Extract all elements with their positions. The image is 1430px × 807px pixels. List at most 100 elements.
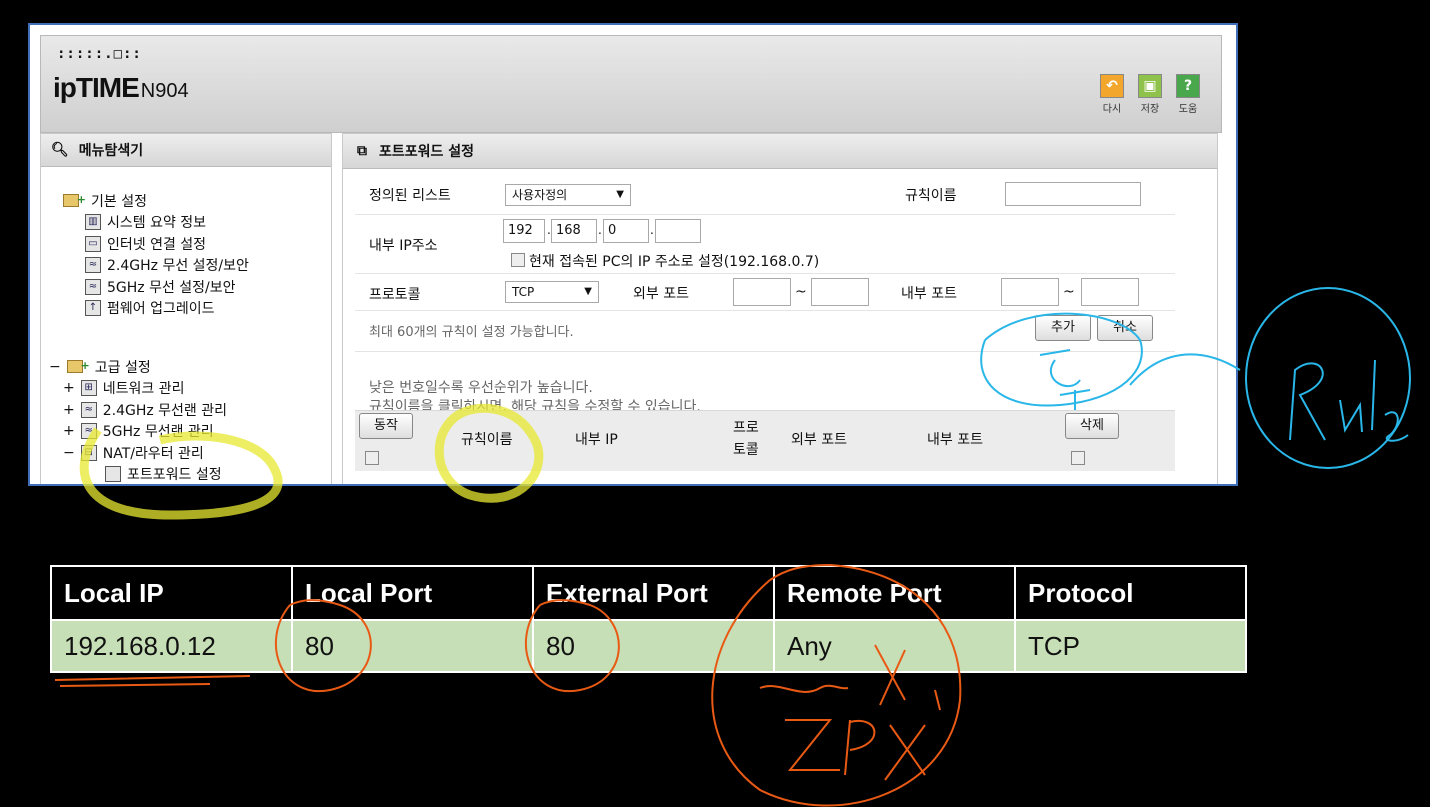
max-rules-note: 최대 60개의 규칙이 설정 가능합니다. [369,325,574,340]
menu-explorer: 🔍︎ 메뉴탐색기 기본 설정 ▥시스템 요약 정보 ▭인터넷 연결 설정 ≈2.… [40,133,332,485]
predefined-list-label: 정의된 리스트 [369,188,451,204]
internal-port-end[interactable] [1081,278,1139,306]
advanced-settings-group: − 고급 설정 + ⊞네트워크 관리 + ≈2.4GHz 무선랜 관리 + ≈5… [49,356,227,485]
port-forward-summary-table: Local IP Local Port External Port Remote… [50,565,1247,673]
remote-port-cell: Any [773,619,1016,673]
router-admin-window: :::::.□:: ipTIME N904 ↶ 다시 ▣ 저장 ? 도움 🔍︎ 메… [28,23,1238,486]
menu-wlan-5-management[interactable]: + ≈5GHz 무선랜 관리 [49,421,227,443]
iptime-small-logo: :::::.□:: [57,46,142,62]
dropdown-arrow-icon: ▼ [584,286,592,297]
predefined-list-row: 정의된 리스트 사용자정의 ▼ 규칙이름 [355,174,1175,215]
external-port-header: External Port [532,565,775,621]
magnifier-icon: 🔍︎ [51,142,69,158]
ip-octet-3[interactable]: 0 [603,219,649,243]
blue-rule-circle [1245,287,1411,469]
orange-underline-ip [54,675,251,687]
external-port-label: 외부 포트 [633,286,689,302]
ip-octet-2[interactable]: 168 [551,219,597,243]
table-row: 192.168.0.12 80 80 Any TCP [50,619,1247,673]
model-name: N904 [140,80,189,102]
menu-explorer-title: 메뉴탐색기 [78,143,144,159]
rule-name-column: 규칙이름 [461,432,513,448]
menu-wlan-24-management[interactable]: + ≈2.4GHz 무선랜 관리 [49,399,227,421]
protocol-select[interactable]: TCP ▼ [505,281,599,303]
port-forward-header: ⧉ 포트포워드 설정 [343,134,1217,169]
protocol-header: Protocol [1014,565,1247,621]
menu-port-forward-setup[interactable]: 포트포워드 설정 [49,464,227,485]
ip-octet-4[interactable] [655,219,701,243]
rule-name-input[interactable] [1005,182,1141,206]
menu-firmware-upgrade[interactable]: ↑ 펌웨어 업그레이드 [63,298,249,320]
save-button[interactable]: ▣ 저장 [1135,74,1165,115]
chart-icon: ▥ [85,214,101,231]
ip-octet-1[interactable]: 192 [503,219,545,243]
network-icon: ⊞ [80,380,97,397]
toolbar: ↶ 다시 ▣ 저장 ? 도움 [1097,74,1203,115]
internal-port-label: 내부 포트 [901,286,957,302]
internal-port-start[interactable] [1001,278,1059,306]
expand-toggle-icon[interactable]: + [63,380,75,396]
undo-label: 다시 [1102,104,1122,115]
collapse-toggle-icon[interactable]: − [63,445,75,461]
menu-system-summary[interactable]: ▥ 시스템 요약 정보 [63,212,249,234]
delete-button[interactable]: 삭제 [1065,413,1119,439]
port-forward-panel: ⧉ 포트포워드 설정 정의된 리스트 사용자정의 ▼ 규칙이름 내부 IP주소 1… [342,133,1218,484]
add-row: 최대 60개의 규칙이 설정 가능합니다. 추가 취소 [355,311,1175,352]
basic-settings-group: 기본 설정 ▥시스템 요약 정보 ▭인터넷 연결 설정 ≈2.4GHz 무선 설… [63,190,249,319]
priority-note: 낮은 번호일수록 우선순위가 높습니다. [369,380,593,396]
internal-ip-column: 내부 IP [575,432,618,448]
external-port-column: 외부 포트 [791,432,847,448]
current-pc-checkbox[interactable] [511,253,525,267]
protocol-column-line2: 토콜 [733,442,759,458]
monitor-icon: ▭ [85,235,101,252]
external-port-end[interactable] [811,278,869,306]
local-ip-cell: 192.168.0.12 [50,619,293,673]
summary-header-row: Local IP Local Port External Port Remote… [50,565,1247,621]
add-button[interactable]: 추가 [1035,315,1091,341]
menu-advanced-settings[interactable]: − 고급 설정 [49,356,227,378]
external-port-start[interactable] [733,278,791,306]
dropdown-arrow-icon: ▼ [616,189,624,200]
rule-table-header: 동작 규칙이름 내부 IP 프로 토콜 외부 포트 내부 포트 삭제 [355,410,1175,471]
collapse-toggle-icon[interactable]: − [49,359,61,375]
remote-port-header: Remote Port [773,565,1016,621]
help-button[interactable]: ? 도움 [1173,74,1203,115]
protocol-label: 프로토콜 [369,287,421,303]
menu-basic-settings[interactable]: 기본 설정 [63,190,249,212]
help-icon: ? [1176,74,1200,98]
local-ip-header: Local IP [50,565,293,621]
action-button[interactable]: 동작 [359,413,413,439]
folder-icon [63,193,86,208]
copy-icon: ⧉ [357,143,367,159]
protocol-cell: TCP [1014,619,1247,673]
expand-toggle-icon[interactable]: + [63,423,75,439]
menu-wifi-5-setup[interactable]: ≈5GHz 무선 설정/보안 [63,276,249,298]
protocol-column-line1: 프로 [733,420,759,436]
save-label: 저장 [1140,104,1160,115]
protocol-row: 프로토콜 TCP ▼ 외부 포트 ~ 내부 포트 ~ [355,274,1175,311]
menu-wifi-24-setup[interactable]: ≈2.4GHz 무선 설정/보안 [63,255,249,277]
wifi-icon: ≈ [85,257,101,274]
undo-button[interactable]: ↶ 다시 [1097,74,1127,115]
expand-toggle-icon[interactable]: + [63,402,75,418]
menu-internet-setup[interactable]: ▭ 인터넷 연결 설정 [63,233,249,255]
predefined-list-select[interactable]: 사용자정의 ▼ [505,184,631,206]
wifi-icon: ≈ [80,423,97,440]
wifi-icon: ≈ [85,278,101,295]
menu-explorer-header: 🔍︎ 메뉴탐색기 [41,134,331,167]
upgrade-icon: ↑ [85,300,101,317]
cancel-button[interactable]: 취소 [1097,315,1153,341]
menu-nat-router-management[interactable]: − ⊟ NAT/라우터 관리 [49,442,227,464]
folder-icon [66,359,90,374]
delete-all-checkbox[interactable] [1071,451,1085,465]
save-icon: ▣ [1138,74,1162,98]
menu-network-management[interactable]: + ⊞ 네트워크 관리 [49,378,227,400]
page-icon [105,466,121,483]
local-port-header: Local Port [291,565,534,621]
select-all-checkbox[interactable] [365,451,379,465]
router-icon: ⊟ [80,444,97,461]
rule-name-label: 규칙이름 [905,188,957,204]
wifi-icon: ≈ [80,401,97,418]
external-port-cell: 80 [532,619,775,673]
orange-ip-x-mark [785,719,926,781]
